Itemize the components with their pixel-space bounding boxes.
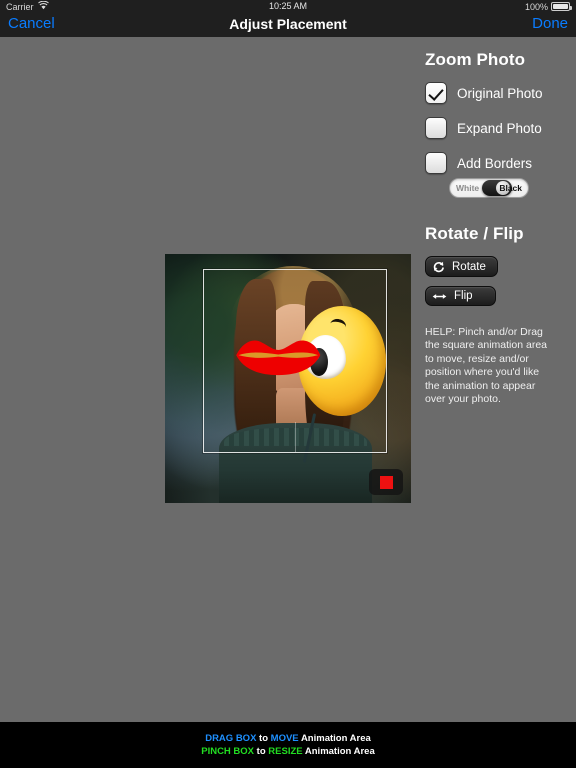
checkbox-add-borders[interactable]	[425, 152, 447, 174]
instruction-line-1: DRAG BOX to MOVE Animation Area	[205, 733, 371, 744]
instruction-2-to: to	[256, 746, 266, 757]
rotate-icon	[432, 260, 445, 273]
border-color-toggle[interactable]: White Black	[449, 178, 529, 198]
photo-canvas[interactable]	[165, 254, 411, 503]
flip-horizontal-icon	[432, 291, 447, 302]
controls-panel: Zoom Photo Original Photo Expand Photo A…	[425, 50, 576, 406]
done-button[interactable]: Done	[532, 15, 568, 32]
instruction-1-area: Animation Area	[300, 733, 371, 744]
instruction-1-drag: DRAG BOX	[205, 733, 257, 744]
instruction-1-move: MOVE	[270, 733, 299, 744]
instruction-2-pinch: PINCH BOX	[201, 746, 255, 757]
selection-center-tick	[295, 422, 296, 452]
option-expand-photo[interactable]: Expand Photo	[425, 117, 576, 139]
zoom-photo-heading: Zoom Photo	[425, 50, 526, 69]
navigation-bar: Cancel Adjust Placement Done	[0, 13, 576, 37]
rotate-button[interactable]: Rotate	[425, 256, 498, 277]
label-add-borders: Add Borders	[457, 155, 533, 171]
instruction-1-to: to	[259, 733, 269, 744]
label-original-photo: Original Photo	[457, 85, 543, 101]
instruction-2-area: Animation Area	[304, 746, 375, 757]
rotate-flip-heading: Rotate / Flip	[425, 224, 524, 243]
option-add-borders[interactable]: Add Borders	[425, 152, 576, 174]
flip-button[interactable]: Flip	[425, 286, 496, 306]
rotate-button-label: Rotate	[452, 260, 486, 273]
help-text: HELP: Pinch and/or Drag the square anima…	[425, 326, 547, 406]
instruction-line-2: PINCH BOX to RESIZE Animation Area	[201, 746, 375, 757]
toggle-label-black: Black	[499, 183, 522, 193]
clock-label: 10:25 AM	[268, 1, 308, 11]
stop-square-icon	[379, 475, 393, 489]
stop-record-button[interactable]	[369, 469, 403, 495]
instruction-2-resize: RESIZE	[268, 746, 303, 757]
option-original-photo[interactable]: Original Photo	[425, 82, 576, 104]
animation-area-selection[interactable]	[203, 269, 387, 453]
toggle-label-white: White	[456, 183, 480, 193]
page-title: Adjust Placement	[229, 16, 347, 32]
rotate-flip-section: Rotate / Flip Rotate Flip	[425, 224, 576, 315]
checkbox-original-photo[interactable]	[425, 82, 447, 104]
flip-button-label: Flip	[454, 290, 473, 302]
checkbox-expand-photo[interactable]	[425, 117, 447, 139]
bottom-instruction-bar: DRAG BOX to MOVE Animation Area PINCH BO…	[0, 722, 576, 768]
label-expand-photo: Expand Photo	[457, 120, 542, 136]
